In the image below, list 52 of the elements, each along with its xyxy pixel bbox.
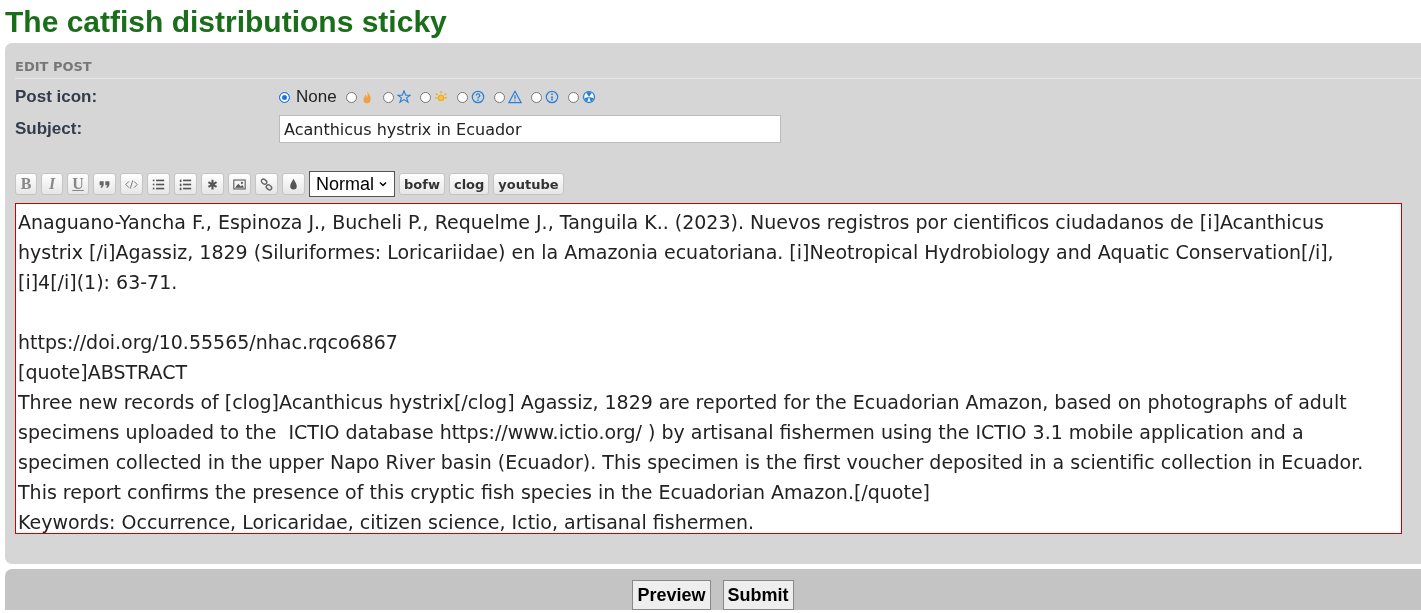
code-icon xyxy=(125,177,138,191)
font-size-select[interactable]: Normal xyxy=(309,171,395,197)
radio-button[interactable] xyxy=(493,91,505,103)
question-icon xyxy=(470,90,485,104)
field-label: Subject: xyxy=(15,119,84,139)
action-button[interactable]: Preview xyxy=(632,580,711,610)
warning-icon xyxy=(507,90,522,104)
info-icon xyxy=(544,90,559,104)
radio-button[interactable] xyxy=(382,91,394,103)
message-line: Keywords: Occurrence, Loricaridae, citizen science, Ictio, artisanal fishermen. xyxy=(18,511,755,533)
option-label: None xyxy=(296,87,337,107)
message-line: [quote]ABSTRACT xyxy=(18,361,188,383)
message-line: Anaguano-Yancha F., Espinoza J., Bucheli P., Requelme J., Tanguila K.. (2023). Nuevos registros por cientificos ciudadanos de [i]Acanthicus xyxy=(18,211,1324,233)
radio-button[interactable] xyxy=(419,91,431,103)
ordered-list-button[interactable] xyxy=(174,173,197,195)
quote-button[interactable] xyxy=(93,173,116,195)
message-line: hystrix [/i]Agassiz, 1829 (Siluriformes: Loricariidae) en la Amazonia ecuatoriana. [i]Neotropical Hydrobiology and Aquatic Conservation[/i], xyxy=(18,241,1334,263)
link-button[interactable] xyxy=(255,173,278,195)
bbcode-button[interactable]: youtube xyxy=(493,173,564,195)
action-button[interactable]: Submit xyxy=(722,580,794,610)
panel-heading: EDIT POST xyxy=(15,43,1421,79)
asterisk-icon xyxy=(206,177,219,191)
radiation-icon xyxy=(581,90,596,104)
message-line: specimens uploaded to the ICTIO database https://www.ictio.org/ ) by artisanal fishermen using the ICTIO 3.1 mobile application and a xyxy=(18,421,1304,443)
radio-button[interactable] xyxy=(530,91,542,103)
sun-icon xyxy=(433,90,448,104)
numbered-list-icon xyxy=(179,177,192,191)
message-line: specimen collected in the upper Napo River basin (Ecuador). This specimen is the first voucher deposited in a scientific collection in Ecuador. xyxy=(18,451,1364,473)
field-label: Post icon: xyxy=(15,87,99,107)
bbcode-button[interactable]: clog xyxy=(448,173,490,195)
drop-icon xyxy=(287,177,300,191)
radio-button[interactable] xyxy=(456,91,468,103)
message-line: Three new records of [clog]Acanthicus hystrix[/clog] Agassiz, 1829 are reported for the Ecuadorian Amazon, based on photographs of adult xyxy=(18,391,1347,413)
subject-field[interactable]: Acanthicus hystrix in Ecuador xyxy=(279,115,781,143)
bbcode-button[interactable]: bofw xyxy=(399,173,445,195)
link-icon xyxy=(260,177,273,191)
message-line: This report confirms the presence of this cryptic fish species in the Ecuadorian Amazon.[/quote] xyxy=(18,481,931,503)
chevron-down-icon xyxy=(378,179,388,189)
radio-button[interactable] xyxy=(279,91,290,103)
list-button[interactable] xyxy=(147,173,170,195)
radio-button[interactable] xyxy=(345,91,357,103)
image-button[interactable] xyxy=(228,173,251,195)
asterisk-button[interactable] xyxy=(201,173,224,195)
image-icon xyxy=(233,177,246,191)
message-field[interactable] xyxy=(15,203,1402,534)
message-line: [i]4[/i](1): 63-71. xyxy=(18,271,178,293)
star-icon xyxy=(396,90,411,104)
page-title: The catfish distributions sticky xyxy=(4,4,448,40)
radio-button[interactable] xyxy=(567,91,579,103)
list-icon xyxy=(152,177,165,191)
message-line: https://doi.org/10.55565/nhac.rqco6867 xyxy=(18,331,398,353)
drop-button[interactable] xyxy=(282,173,305,195)
